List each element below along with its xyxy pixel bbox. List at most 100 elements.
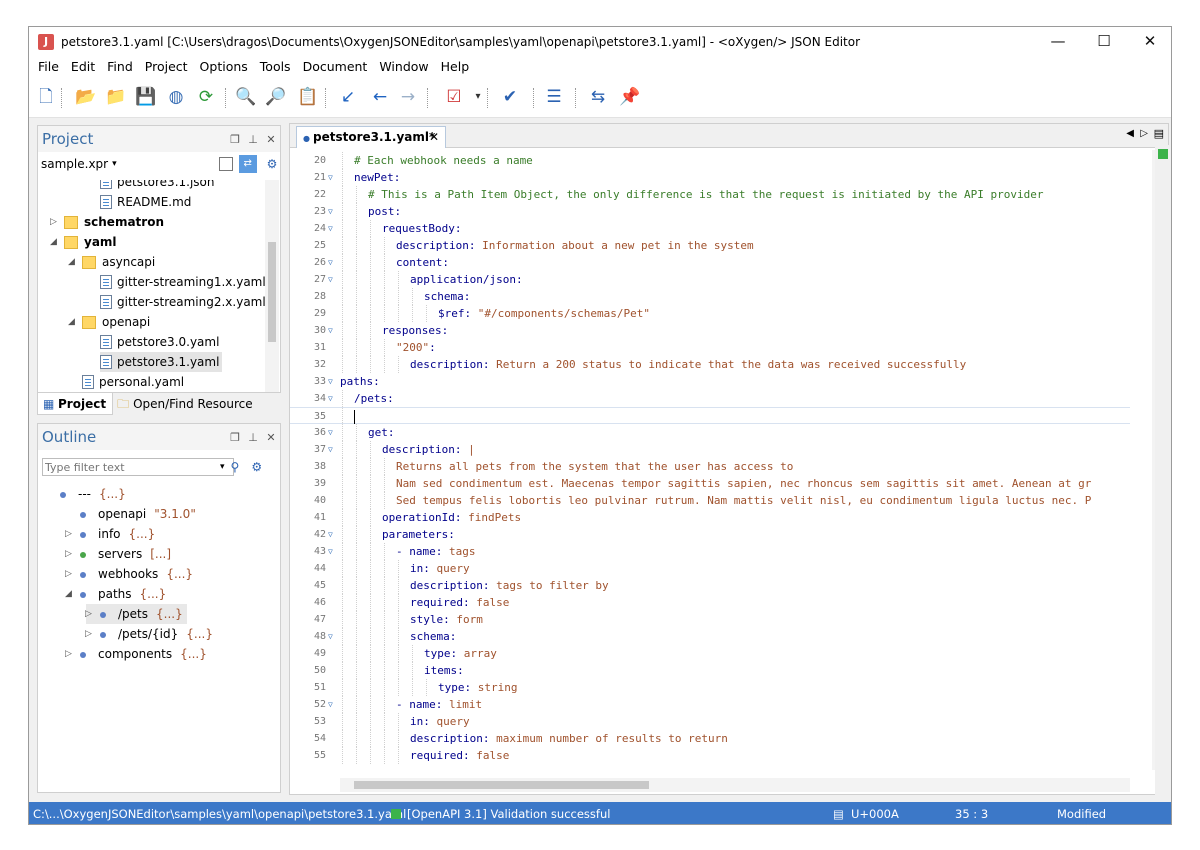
new-icon[interactable]: 🗋 [35,86,57,108]
format-indent-icon[interactable]: ☰ [543,86,565,108]
code-line[interactable]: 50 items: [290,662,1130,679]
outline-filter-input[interactable] [42,458,234,476]
editor-horizontal-scrollbar[interactable] [340,778,1130,792]
fold-marker-icon[interactable]: ▽ [328,390,333,407]
find-icon[interactable]: 🔍 [235,86,257,108]
chevron-down-icon[interactable]: ▾ [112,159,117,169]
spell-check-icon[interactable]: ✔ [499,86,521,108]
scroll-tabs-right-icon[interactable]: ▷ [1140,128,1148,139]
code-line[interactable]: 41 operationId: findPets [290,509,1130,526]
validate-icon[interactable]: ☑ [443,86,465,108]
code-line[interactable]: 42 ▽ parameters: [290,526,1130,543]
transform-icon[interactable]: ⇆ [587,86,609,108]
back-icon[interactable]: ← [369,86,391,108]
tab-project[interactable]: ▦ Project [37,393,114,415]
restore-icon[interactable]: ❐ [226,133,244,146]
minimize-button[interactable]: — [1035,27,1081,56]
expand-toggle-icon[interactable]: ◢ [68,252,75,272]
validate-dropdown-icon[interactable]: ▾ [473,86,483,108]
code-line[interactable]: 29 $ref: "#/components/schemas/Pet" [290,305,1130,322]
code-line[interactable]: 34 ▽ /pets: [290,390,1130,407]
code-area[interactable]: 20 # Each webhook needs a name 21 ▽ newPet: 2… [290,152,1130,782]
code-line[interactable]: 49 type: array [290,645,1130,662]
code-line[interactable]: 28 schema: [290,288,1130,305]
outline-item[interactable]: openapi "3.1.0" [66,504,196,524]
code-line[interactable]: 20 # Each webhook needs a name [290,152,1130,169]
outline-item[interactable]: ▷ servers [...] [65,544,171,564]
link-with-editor-icon[interactable]: ⇄ [238,155,257,173]
reload-icon[interactable]: ⟳ [195,86,217,108]
code-line[interactable]: 25 description: Information about a new p… [290,237,1130,254]
tree-file[interactable]: personal.yaml [82,372,184,392]
tree-folder[interactable]: ◢ yaml [50,232,117,252]
fold-marker-icon[interactable]: ▽ [328,203,333,220]
fold-marker-icon[interactable]: ▽ [328,696,333,713]
code-line[interactable]: 51 type: string [290,679,1130,696]
forward-icon[interactable]: → [397,86,419,108]
code-line[interactable]: 43 ▽ - name: tags [290,543,1130,560]
tree-file[interactable]: README.md [100,192,191,212]
expand-toggle-icon[interactable]: ◢ [50,232,57,252]
code-line[interactable]: 22 # This is a Path Item Object, the only… [290,186,1130,203]
fold-marker-icon[interactable]: ▽ [328,441,333,458]
tab-list-icon[interactable]: ▤ [1154,127,1164,140]
tree-folder[interactable]: ◢ openapi [68,312,150,332]
pin-icon[interactable]: 📌 [619,86,641,108]
code-line[interactable]: 54 description: maximum number of results… [290,730,1130,747]
expand-toggle-icon[interactable]: ◢ [68,312,75,332]
code-line[interactable]: 24 ▽ requestBody: [290,220,1130,237]
expand-toggle-icon[interactable]: ▷ [65,644,72,664]
outline-item[interactable]: ▷ webhooks {...} [65,564,193,584]
code-line[interactable]: 26 ▽ content: [290,254,1130,271]
code-line[interactable]: 40 Sed tempus felis lobortis leo pulvinar… [290,492,1130,509]
tab-open-find-resource[interactable]: 🗀 Open/Find Resource [113,393,259,415]
code-line[interactable]: 38 Returns all pets from the system that … [290,458,1130,475]
menu-edit[interactable]: Edit [65,56,101,78]
scroll-tabs-left-icon[interactable]: ◀ [1126,128,1134,139]
fold-marker-icon[interactable]: ▽ [328,526,333,543]
code-line[interactable]: 36 ▽ get: [290,424,1130,441]
code-line[interactable]: 21 ▽ newPet: [290,169,1130,186]
find-files-icon[interactable]: 🔎 [265,86,287,108]
chevron-down-icon[interactable]: ▾ [220,462,225,472]
status-validation[interactable]: [OpenAPI 3.1] Validation successful [407,802,610,824]
settings-gear-icon[interactable]: ⚙ [267,157,278,171]
menu-document[interactable]: Document [297,56,374,78]
expand-toggle-icon[interactable]: ▷ [65,544,72,564]
code-line[interactable]: 31 "200": [290,339,1130,356]
fold-marker-icon[interactable]: ▽ [328,169,333,186]
outline-item[interactable]: ▷ /pets {...} [85,604,187,624]
close-button[interactable]: ✕ [1127,27,1171,56]
close-panel-icon[interactable]: ✕ [262,133,280,146]
project-file-selector[interactable]: sample.xpr [41,157,108,171]
outline-item[interactable]: ◢ paths {...} [65,584,166,604]
code-line[interactable]: 33 ▽ paths: [290,373,1130,390]
menu-file[interactable]: File [32,56,65,78]
restore-icon[interactable]: ❐ [226,431,244,444]
fold-marker-icon[interactable]: ▽ [328,254,333,271]
code-line[interactable]: 55 required: false [290,747,1130,764]
menu-help[interactable]: Help [435,56,476,78]
validation-ok-marker[interactable] [1158,149,1168,159]
project-scroll-thumb[interactable] [268,242,276,342]
menu-window[interactable]: Window [373,56,434,78]
current-line[interactable]: 35 [290,407,1130,425]
pin-panel-icon[interactable]: ⊥ [244,133,262,146]
collapse-all-icon[interactable] [218,157,233,171]
tree-folder[interactable]: ◢ asyncapi [68,252,155,272]
expand-toggle-icon[interactable]: ▷ [85,624,92,644]
code-line[interactable]: 44 in: query [290,560,1130,577]
open-icon[interactable]: 📂 [75,86,97,108]
expand-toggle-icon[interactable]: ▷ [85,604,92,624]
code-line[interactable]: 53 in: query [290,713,1130,730]
editor-tab[interactable]: ● petstore3.1.yaml* ✕ [296,126,446,148]
expand-toggle-icon[interactable]: ◢ [65,584,72,604]
outline-item[interactable]: ▷ info {...} [65,524,155,544]
expand-toggle-icon[interactable]: ▷ [65,564,72,584]
tree-file[interactable]: petstore3.0.yaml [100,332,219,352]
fold-marker-icon[interactable]: ▽ [328,373,333,390]
code-line[interactable]: 27 ▽ application/json: [290,271,1130,288]
expand-toggle-icon[interactable]: ▷ [50,212,57,232]
save-icon[interactable]: 💾 [135,86,157,108]
settings-gear-icon[interactable]: ⚙ [251,460,262,474]
